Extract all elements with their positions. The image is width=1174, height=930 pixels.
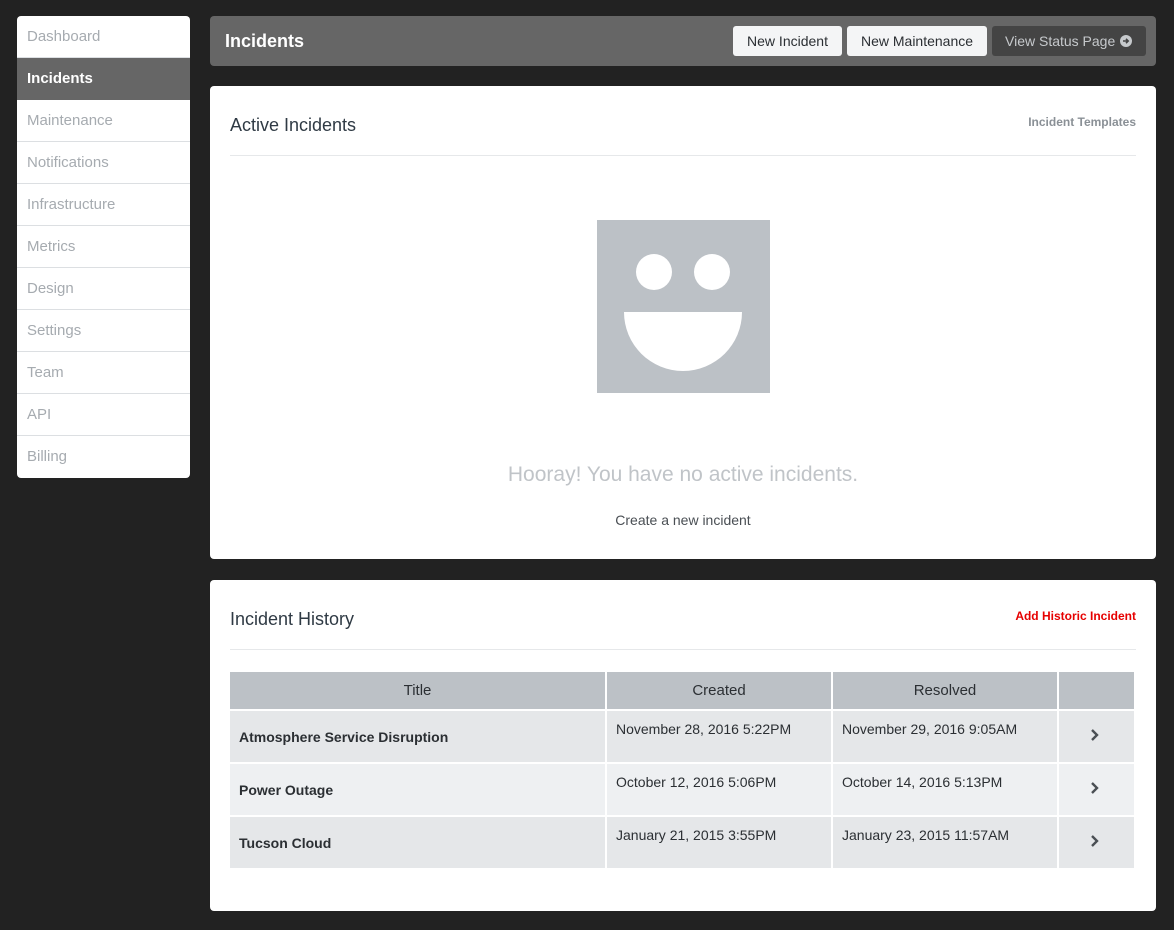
column-header-resolved: Resolved [833,672,1059,709]
sidebar-item-team[interactable]: Team [17,352,190,394]
sidebar-item-notifications[interactable]: Notifications [17,142,190,184]
sidebar-item-maintenance[interactable]: Maintenance [17,100,190,142]
new-maintenance-button[interactable]: New Maintenance [847,26,987,56]
created-date: January 21, 2015 3:55PM [616,827,777,843]
sidebar-item-infrastructure[interactable]: Infrastructure [17,184,190,226]
sidebar-nav: Dashboard Incidents Maintenance Notifica… [17,16,190,478]
created-date: October 12, 2016 5:06PM [616,774,777,790]
new-incident-button[interactable]: New Incident [733,26,842,56]
smiley-face-icon [597,220,770,398]
incident-title-cell: Power Outage [230,764,607,815]
incident-title[interactable]: Tucson Cloud [239,835,331,851]
chevron-right-icon[interactable] [1090,728,1100,747]
sidebar-item-design[interactable]: Design [17,268,190,310]
resolved-cell: October 14, 2016 5:13PM [833,764,1059,815]
row-action-cell [1059,711,1134,762]
view-status-page-button[interactable]: View Status Page [992,26,1146,56]
created-cell: January 21, 2015 3:55PM [607,817,833,868]
chevron-right-icon[interactable] [1090,834,1100,853]
resolved-date: October 14, 2016 5:13PM [842,774,1003,790]
incident-history-panel: Incident History Add Historic Incident T… [210,580,1156,911]
created-date: November 28, 2016 5:22PM [616,721,792,737]
resolved-date: November 29, 2016 9:05AM [842,721,1018,737]
table-header-row: Title Created Resolved [230,672,1134,709]
table-row[interactable]: Power Outage October 12, 2016 5:06PM Oct… [230,762,1134,815]
table-body: Atmosphere Service Disruption November 2… [230,709,1134,868]
sidebar-item-settings[interactable]: Settings [17,310,190,352]
row-action-cell [1059,817,1134,868]
row-action-cell [1059,764,1134,815]
page-header: Incidents New Incident New Maintenance V… [210,16,1156,66]
column-header-actions [1059,672,1134,709]
create-incident-link[interactable]: Create a new incident [615,512,750,528]
page-title: Incidents [225,31,305,51]
circle-arrow-right-icon [1120,35,1133,47]
incident-history-title: Incident History [230,609,355,629]
table-row[interactable]: Atmosphere Service Disruption November 2… [230,709,1134,762]
sidebar-item-dashboard[interactable]: Dashboard [17,16,190,58]
create-incident-container: Create a new incident [210,512,1156,528]
incident-history-table: Title Created Resolved Atmosphere Servic… [230,672,1134,868]
table-row[interactable]: Tucson Cloud January 21, 2015 3:55PM Jan… [230,815,1134,868]
panel-divider [230,649,1136,650]
incident-title-cell: Atmosphere Service Disruption [230,711,607,762]
panel-divider [230,155,1136,156]
resolved-cell: January 23, 2015 11:57AM [833,817,1059,868]
resolved-date: January 23, 2015 11:57AM [842,827,1010,843]
sidebar-item-incidents[interactable]: Incidents [17,58,190,100]
incident-title[interactable]: Atmosphere Service Disruption [239,729,448,745]
column-header-created: Created [607,672,833,709]
incident-templates-link[interactable]: Incident Templates [1028,115,1136,129]
active-incidents-panel: Active Incidents Incident Templates Hoor… [210,86,1156,559]
incident-title-cell: Tucson Cloud [230,817,607,868]
add-historic-incident-link[interactable]: Add Historic Incident [1015,609,1136,623]
empty-state-message: Hooray! You have no active incidents. [507,463,859,486]
incident-title[interactable]: Power Outage [239,782,333,798]
resolved-cell: November 29, 2016 9:05AM [833,711,1059,762]
chevron-right-icon[interactable] [1090,781,1100,800]
created-cell: October 12, 2016 5:06PM [607,764,833,815]
sidebar-item-api[interactable]: API [17,394,190,436]
created-cell: November 28, 2016 5:22PM [607,711,833,762]
view-status-page-label: View Status Page [1005,33,1116,49]
column-header-title: Title [230,672,607,709]
sidebar-item-metrics[interactable]: Metrics [17,226,190,268]
sidebar-item-billing[interactable]: Billing [17,436,190,478]
active-incidents-title: Active Incidents [230,115,357,135]
